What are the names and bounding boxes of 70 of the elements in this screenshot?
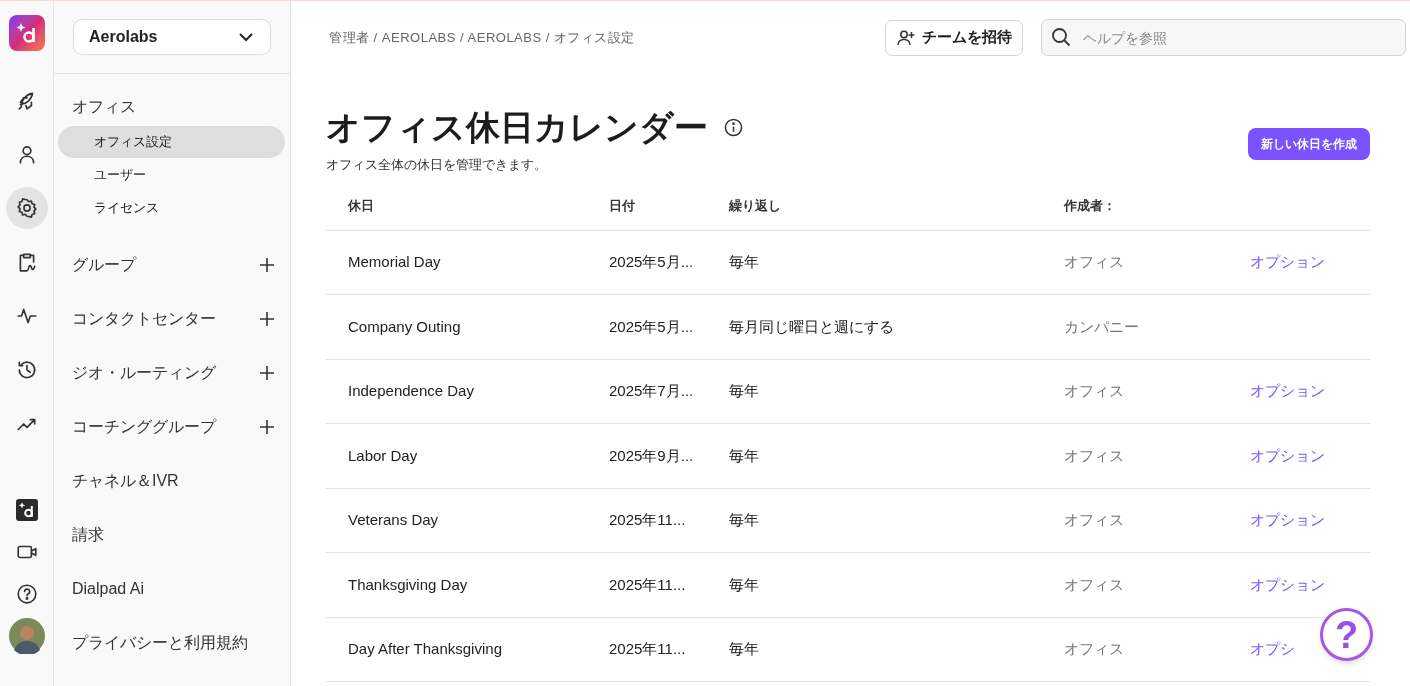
- repeat-cell: 毎年: [729, 446, 759, 464]
- help-icon[interactable]: [15, 583, 38, 605]
- info-icon: [724, 117, 743, 137]
- sidebar-item[interactable]: Dialpad Ai: [54, 562, 290, 616]
- holiday-cell: Memorial Day: [348, 253, 441, 271]
- date-cell: 2025年5月...: [609, 253, 694, 271]
- holiday-cell: Veterans Day: [348, 511, 439, 529]
- sidebar-section[interactable]: オフィス: [72, 94, 272, 120]
- account-dropdown[interactable]: Aerolabs: [73, 19, 271, 55]
- plus-icon[interactable]: [260, 258, 274, 272]
- date-cell: 2025年11...: [609, 575, 686, 593]
- options-link[interactable]: オプション: [1250, 251, 1325, 274]
- column-header[interactable]: 休日: [348, 198, 374, 213]
- column-header[interactable]: 繰り返し: [729, 198, 781, 213]
- sidebar-group[interactable]: コンタクトセンター: [54, 292, 290, 346]
- sidebar-item[interactable]: チャネル＆IVR: [54, 454, 290, 508]
- date-cell: 2025年7月...: [609, 382, 694, 400]
- creator-cell: オフィス: [1064, 253, 1124, 271]
- creator-cell: オフィス: [1064, 382, 1124, 400]
- holiday-cell: Thanksgiving Day: [348, 575, 468, 593]
- date-cell: 2025年9月...: [609, 446, 694, 464]
- holiday-cell: Labor Day: [348, 446, 418, 464]
- options-link[interactable]: オプション: [1250, 573, 1325, 597]
- help-button[interactable]: ?: [1320, 608, 1373, 661]
- creator-cell: オフィス: [1064, 511, 1124, 529]
- settings-icon[interactable]: [15, 197, 38, 219]
- sidebar-group[interactable]: ジオ・ルーティング: [54, 346, 290, 400]
- sidebar-group[interactable]: コーチンググループ: [54, 400, 290, 454]
- repeat-cell: 毎月同じ曜日と週にする: [729, 317, 894, 335]
- creator-cell: オフィス: [1064, 575, 1124, 593]
- plus-icon[interactable]: [260, 366, 274, 380]
- column-header[interactable]: 作成者：: [1064, 198, 1116, 213]
- sidebar-group[interactable]: グループ: [54, 238, 290, 292]
- repeat-cell: 毎年: [729, 511, 759, 529]
- nav-rail-item[interactable]: [5, 187, 48, 229]
- plus-icon[interactable]: [260, 312, 274, 326]
- create-holiday-button[interactable]: 新しい休日を作成: [1248, 128, 1370, 160]
- creator-cell: オフィス: [1064, 446, 1124, 464]
- repeat-cell: 毎年: [729, 382, 759, 400]
- holiday-cell: Independence Day: [348, 382, 474, 400]
- app-logo-icon[interactable]: [8, 15, 45, 51]
- options-link[interactable]: オプション: [1250, 509, 1325, 532]
- page-subtitle: オフィス全体の休日を管理できます。: [326, 157, 548, 174]
- column-header[interactable]: 日付: [609, 198, 635, 213]
- ai-logo-icon[interactable]: [15, 499, 38, 521]
- sidebar-item[interactable]: 請求: [54, 508, 290, 562]
- sidebar-subitem[interactable]: ユーザー: [58, 159, 285, 191]
- options-link[interactable]: オプシ: [1250, 638, 1295, 661]
- holiday-cell: Company Outing: [348, 317, 461, 335]
- sidebar-item[interactable]: プライバシーと利用規約: [54, 616, 290, 670]
- plus-icon[interactable]: [260, 420, 274, 434]
- options-link[interactable]: オプション: [1250, 444, 1325, 468]
- invite-button[interactable]: チームを招待: [885, 19, 1023, 56]
- date-cell: 2025年5月...: [609, 317, 694, 335]
- history-icon[interactable]: [15, 359, 38, 381]
- date-cell: 2025年11...: [609, 640, 686, 658]
- repeat-cell: 毎年: [729, 575, 759, 593]
- creator-cell: カンパニー: [1064, 317, 1139, 335]
- breadcrumb: 管理者 / AEROLABS / AEROLABS / オフィス設定: [329, 28, 636, 47]
- options-link[interactable]: オプション: [1250, 380, 1325, 403]
- repeat-cell: 毎年: [729, 640, 759, 658]
- search-field[interactable]: ヘルプを参照: [1041, 19, 1406, 56]
- search-icon: [1051, 27, 1071, 47]
- holiday-cell: Day After Thanksgiving: [348, 640, 502, 658]
- page-title: オフィス休日カレンダー: [326, 107, 708, 148]
- sidebar-subitem[interactable]: ライセンス: [58, 192, 285, 224]
- sidebar-subitem[interactable]: オフィス設定: [58, 126, 285, 158]
- date-cell: 2025年11...: [609, 511, 686, 529]
- creator-cell: オフィス: [1064, 640, 1124, 658]
- repeat-cell: 毎年: [729, 253, 759, 271]
